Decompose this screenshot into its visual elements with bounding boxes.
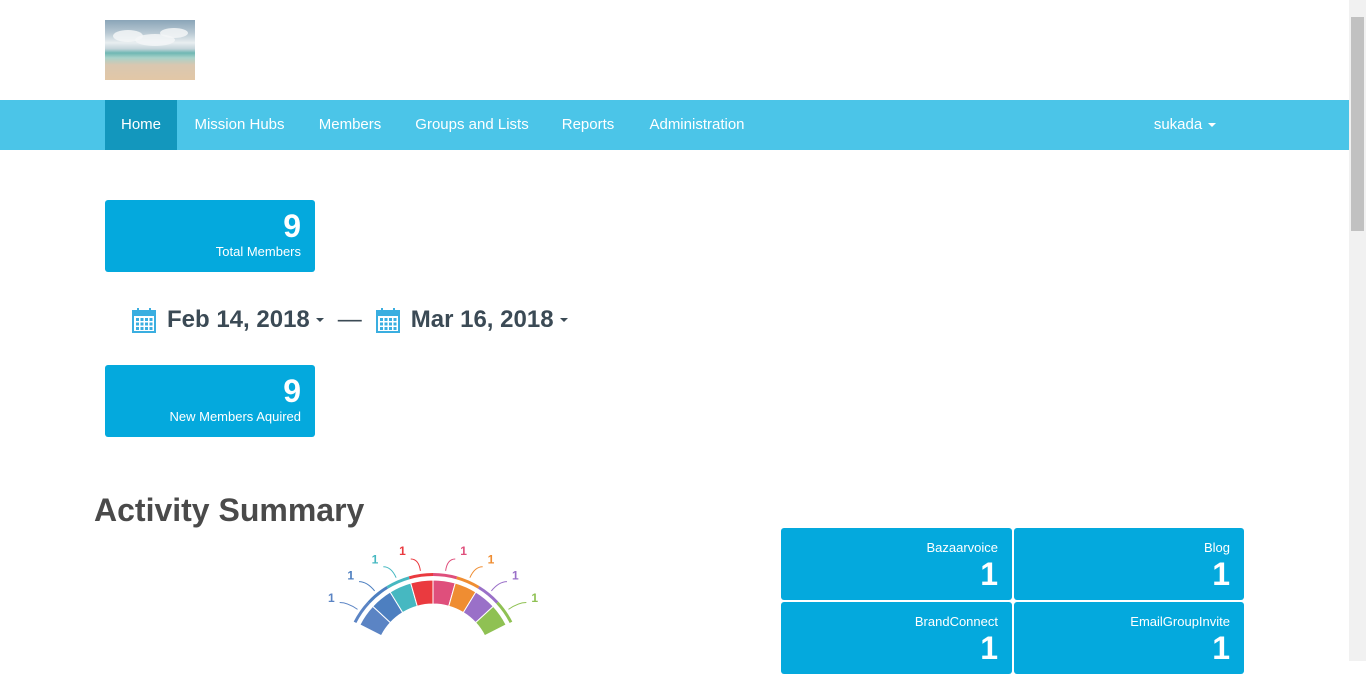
end-date-picker[interactable]: Mar 16, 2018 bbox=[375, 306, 568, 334]
chart-label-line bbox=[359, 581, 376, 592]
activity-tile-count: 1 bbox=[1212, 556, 1230, 592]
nav-mission-hubs[interactable]: Mission Hubs bbox=[177, 100, 302, 150]
chart-data-label: 1 bbox=[512, 568, 519, 582]
activity-tile-blog[interactable]: Blog 1 bbox=[1014, 528, 1244, 600]
chart-label-line bbox=[508, 602, 527, 610]
nav-reports[interactable]: Reports bbox=[546, 100, 630, 150]
nav-groups-and-lists[interactable]: Groups and Lists bbox=[398, 100, 546, 150]
chart-label-line bbox=[490, 581, 507, 592]
user-menu[interactable]: sukada bbox=[1138, 100, 1232, 150]
chart-outer-ring-segment bbox=[408, 573, 433, 580]
chart-data-label: 1 bbox=[460, 544, 467, 558]
activity-tile-bazaarvoice[interactable]: Bazaarvoice 1 bbox=[781, 528, 1012, 600]
date-range-picker: Feb 14, 2018 — Mar 16, 2018 bbox=[132, 303, 568, 337]
activity-donut-chart: 1111 1111 bbox=[328, 544, 538, 637]
scrollbar-thumb[interactable] bbox=[1351, 17, 1364, 231]
total-members-tile: 9 Total Members bbox=[105, 200, 315, 272]
new-members-count: 9 bbox=[283, 373, 301, 409]
activity-tile-name: Blog bbox=[1203, 540, 1230, 555]
page-scrollbar[interactable] bbox=[1349, 0, 1366, 661]
chart-label-line bbox=[383, 566, 397, 578]
nav-administration[interactable]: Administration bbox=[630, 100, 764, 150]
end-date-text: Mar 16, 2018 bbox=[410, 306, 554, 333]
chevron-down-icon bbox=[1208, 123, 1217, 128]
chart-data-label: 1 bbox=[488, 552, 495, 566]
nav-home[interactable]: Home bbox=[105, 100, 177, 150]
chart-outer-ring-segment bbox=[433, 573, 458, 580]
start-date-picker[interactable]: Feb 14, 2018 bbox=[132, 306, 324, 334]
chart-label-line bbox=[469, 566, 483, 578]
chart-label-line bbox=[339, 602, 358, 610]
new-members-label: New Members Aquired bbox=[169, 409, 302, 424]
activity-tile-name: EmailGroupInvite bbox=[1130, 614, 1230, 629]
site-logo[interactable] bbox=[105, 20, 195, 80]
chart-label-line bbox=[445, 558, 456, 571]
chart-data-label: 1 bbox=[328, 591, 335, 605]
activity-tile-name: BrandConnect bbox=[914, 614, 998, 629]
start-date-text: Feb 14, 2018 bbox=[167, 306, 310, 333]
main-navbar: Home Mission Hubs Members Groups and Lis… bbox=[0, 100, 1349, 150]
chart-data-label: 1 bbox=[347, 568, 354, 582]
chart-data-label: 1 bbox=[531, 591, 538, 605]
new-members-tile: 9 New Members Aquired bbox=[105, 365, 315, 437]
calendar-icon bbox=[132, 308, 156, 333]
activity-tile-emailgroupinvite[interactable]: EmailGroupInvite 1 bbox=[1014, 602, 1244, 674]
calendar-icon bbox=[375, 308, 400, 333]
chart-data-label: 1 bbox=[372, 552, 379, 566]
activity-tile-count: 1 bbox=[980, 556, 998, 592]
activity-tile-brandconnect[interactable]: BrandConnect 1 bbox=[781, 602, 1012, 674]
nav-members[interactable]: Members bbox=[302, 100, 398, 150]
chevron-down-icon bbox=[559, 318, 568, 322]
total-members-count: 9 bbox=[283, 208, 301, 244]
chart-label-line bbox=[410, 558, 421, 571]
chevron-down-icon bbox=[315, 318, 324, 322]
total-members-label: Total Members bbox=[215, 244, 301, 259]
activity-tile-name: Bazaarvoice bbox=[926, 540, 998, 555]
date-separator: — bbox=[337, 306, 362, 333]
chart-data-label: 1 bbox=[399, 544, 406, 558]
user-name: sukada bbox=[1153, 116, 1203, 133]
